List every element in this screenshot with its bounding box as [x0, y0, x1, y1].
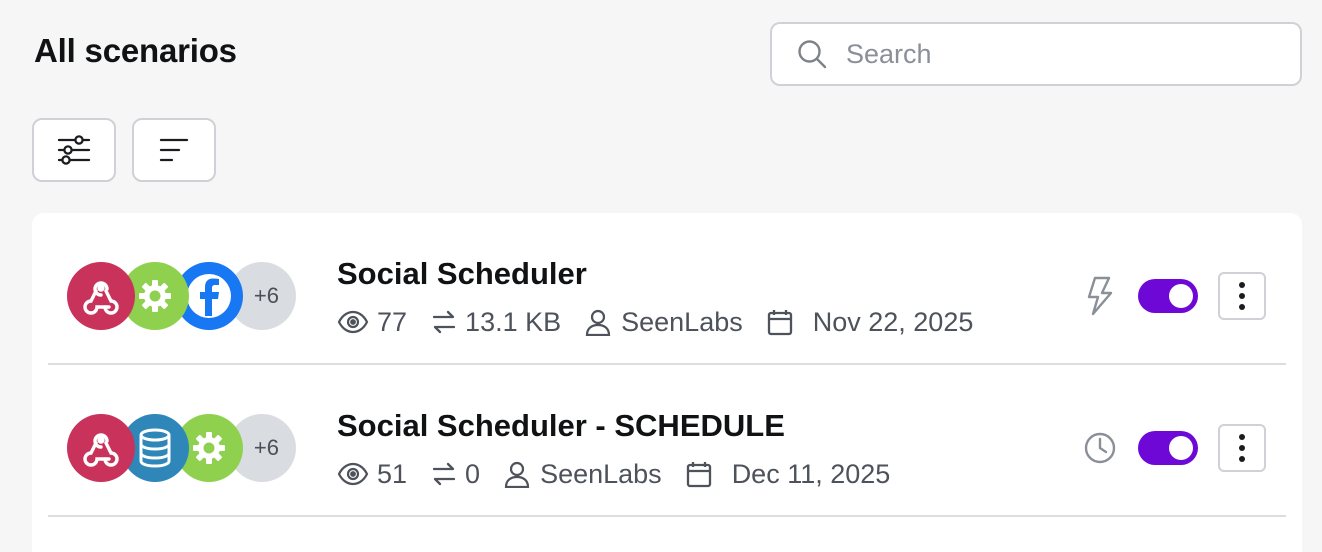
toggle-knob — [1169, 284, 1193, 308]
transfer-arrows-icon — [432, 310, 456, 334]
scenario-meta: 51 0 SeenLabs Dec 11, 2025 — [337, 457, 890, 491]
transfer-arrows-icon — [432, 462, 456, 486]
user-icon — [586, 309, 611, 336]
scenario-name[interactable]: Social Scheduler - SCHEDULE — [337, 408, 785, 444]
sliders-icon — [57, 135, 91, 165]
search-icon — [798, 40, 827, 69]
webhook-icon — [67, 262, 135, 330]
search-input[interactable] — [846, 34, 1266, 74]
owner-name: SeenLabs — [621, 306, 743, 337]
toggle-knob — [1169, 436, 1193, 460]
scenario-list: +6 Social Scheduler 77 13.1 KB SeenLabs … — [32, 213, 1302, 552]
operations-stat: 51 — [337, 459, 407, 490]
app-icons: +6 — [67, 262, 297, 330]
date-stat: Dec 11, 2025 — [686, 458, 891, 490]
user-icon — [504, 461, 530, 488]
date-value: Nov 22, 2025 — [812, 306, 974, 337]
search-box[interactable] — [770, 22, 1302, 86]
calendar-icon — [686, 462, 711, 488]
date-stat: Nov 22, 2025 — [767, 306, 974, 338]
calendar-icon — [767, 310, 792, 336]
transfer-size: 0 — [465, 458, 481, 489]
eye-icon — [337, 310, 369, 334]
page-title: All scenarios — [34, 32, 237, 69]
eye-icon — [337, 462, 369, 486]
filter-button[interactable] — [32, 118, 116, 182]
lightning-icon — [1087, 276, 1113, 316]
webhook-icon — [67, 414, 135, 482]
transfer-stat: 13.1 KB — [431, 307, 561, 338]
transfer-stat: 0 — [431, 459, 480, 490]
scenario-toggle[interactable] — [1138, 431, 1198, 465]
scenario-name[interactable]: Social Scheduler — [337, 256, 587, 292]
more-options-button[interactable] — [1218, 424, 1266, 472]
scenario-toggle[interactable] — [1138, 279, 1198, 313]
operations-count: 77 — [377, 306, 408, 337]
clock-icon — [1084, 432, 1116, 464]
scenario-row[interactable]: +6 — [48, 365, 1286, 517]
scenario-row[interactable]: +6 — [48, 213, 1286, 365]
sort-button[interactable] — [132, 118, 216, 182]
app-icons: +6 — [67, 414, 297, 482]
scenarios-page: All scenarios +6 — [0, 0, 1322, 552]
operations-count: 51 — [377, 458, 408, 489]
sort-lines-icon — [159, 138, 189, 162]
more-options-button[interactable] — [1218, 272, 1266, 320]
scenario-meta: 77 13.1 KB SeenLabs Nov 22, 2025 — [337, 305, 973, 339]
date-value: Dec 11, 2025 — [731, 458, 891, 489]
owner-stat: SeenLabs — [585, 307, 743, 338]
transfer-size: 13.1 KB — [465, 306, 562, 337]
owner-stat: SeenLabs — [504, 459, 662, 490]
owner-name: SeenLabs — [540, 458, 662, 489]
operations-stat: 77 — [337, 307, 407, 338]
